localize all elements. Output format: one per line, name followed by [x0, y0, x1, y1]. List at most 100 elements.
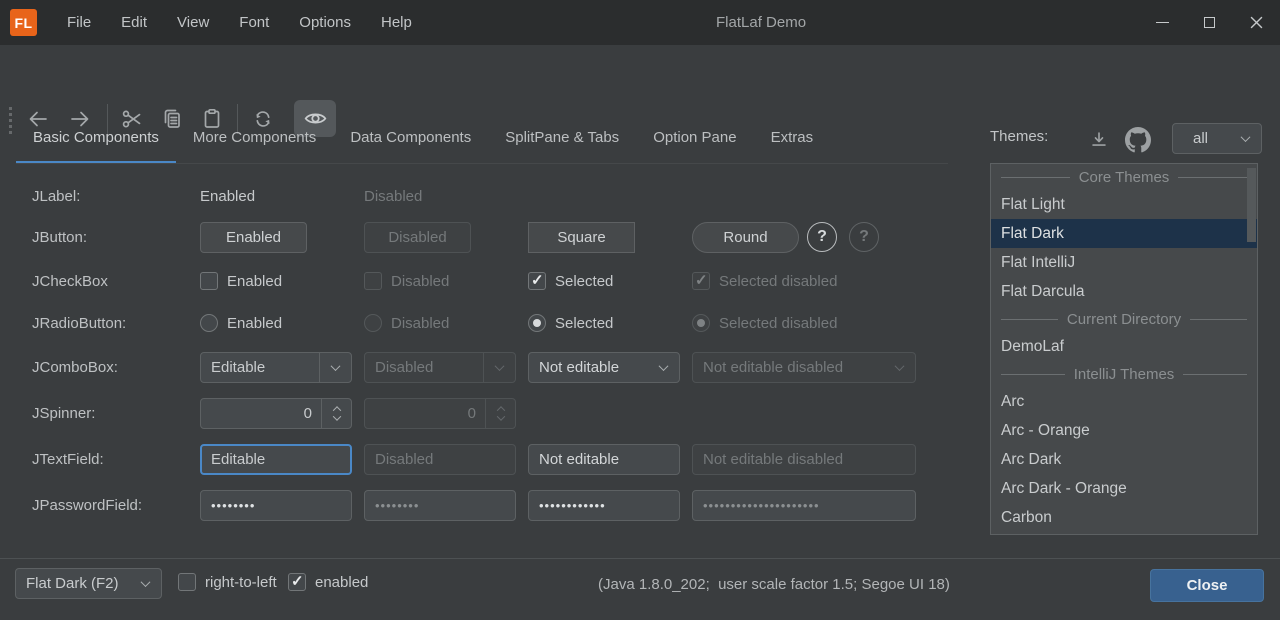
chevron-down-icon: [658, 361, 668, 371]
combobox-disabled: Disabled: [364, 352, 516, 383]
menu-help[interactable]: Help: [366, 0, 427, 45]
download-icon: [1088, 129, 1110, 151]
maximize-button[interactable]: [1186, 0, 1233, 45]
jspinner-row-label: JSpinner:: [32, 405, 95, 422]
theme-item-carbon[interactable]: Carbon: [991, 503, 1257, 532]
round-button[interactable]: Round: [692, 222, 799, 253]
passwordfield-disabled: ••••••••: [364, 490, 516, 521]
toolbar-grip[interactable]: [9, 107, 12, 134]
tab-area-border: [16, 163, 948, 164]
spinner-enabled[interactable]: 0: [200, 398, 352, 429]
tab-basic-components[interactable]: Basic Components: [16, 116, 176, 164]
spinner-value: 0: [365, 399, 485, 428]
combobox-arrow-button[interactable]: [319, 353, 351, 382]
combobox-arrow-button[interactable]: [129, 569, 161, 598]
flatlaf-demo-window: FL File Edit View Font Options Help Flat…: [0, 0, 1280, 620]
menu-options[interactable]: Options: [284, 0, 366, 45]
menu-bar: File Edit View Font Options Help: [52, 0, 427, 45]
help-button[interactable]: ?: [807, 222, 837, 252]
theme-item-arc-orange[interactable]: Arc - Orange: [991, 416, 1257, 445]
theme-group-separator: Current Directory: [991, 306, 1257, 332]
download-themes-button[interactable]: [1084, 126, 1114, 154]
close-button[interactable]: Close: [1150, 569, 1264, 602]
checkbox-checked-icon: [692, 272, 710, 290]
theme-item-arc-dark-orange[interactable]: Arc Dark - Orange: [991, 474, 1257, 503]
enabled-button[interactable]: Enabled: [200, 222, 307, 253]
close-icon: [1250, 16, 1263, 29]
theme-item-arc-dark[interactable]: Arc Dark: [991, 445, 1257, 474]
tab-option-pane[interactable]: Option Pane: [636, 116, 753, 164]
jradiobutton-row-label: JRadioButton:: [32, 315, 126, 332]
right-to-left-checkbox[interactable]: right-to-left: [178, 573, 277, 591]
spinner-buttons: [485, 399, 515, 428]
menu-file[interactable]: File: [52, 0, 106, 45]
disabled-button: Disabled: [364, 222, 471, 253]
checkbox-selected[interactable]: Selected: [528, 272, 613, 290]
combobox-value: Not editable: [529, 359, 647, 376]
tab-more-components[interactable]: More Components: [176, 116, 333, 164]
radio-selected-icon: [528, 314, 546, 332]
menu-font[interactable]: Font: [224, 0, 284, 45]
passwordfield-enabled[interactable]: ••••••••: [200, 490, 352, 521]
theme-item-flat-intellij[interactable]: Flat IntelliJ: [991, 248, 1257, 277]
jlabel-row-label: JLabel:: [32, 188, 80, 205]
chevron-down-icon: [1241, 132, 1251, 142]
help-button-disabled: ?: [849, 222, 879, 252]
theme-item-demolaf[interactable]: DemoLaf: [991, 332, 1257, 361]
checkbox-enabled[interactable]: Enabled: [200, 272, 282, 290]
theme-item-arc[interactable]: Arc: [991, 387, 1257, 416]
checkbox-selected-disabled: Selected disabled: [692, 272, 837, 290]
passwordfield-not-editable-disabled: •••••••••••••••••••••: [692, 490, 916, 521]
spinner-disabled: 0: [364, 398, 516, 429]
radio-disabled: Disabled: [364, 314, 449, 332]
theme-group-separator: Core Themes: [991, 164, 1257, 190]
close-window-button[interactable]: [1233, 0, 1280, 45]
combobox-not-editable[interactable]: Not editable: [528, 352, 680, 383]
maximize-icon: [1204, 17, 1215, 28]
theme-filter-combobox[interactable]: all: [1172, 123, 1262, 154]
github-button[interactable]: [1122, 124, 1154, 156]
radio-selected-disabled: Selected disabled: [692, 314, 837, 332]
combobox-editable[interactable]: Editable: [200, 352, 352, 383]
radio-selected[interactable]: Selected: [528, 314, 613, 332]
minimize-button[interactable]: [1139, 0, 1186, 45]
theme-item-flat-light[interactable]: Flat Light: [991, 190, 1257, 219]
checkbox-label: Selected disabled: [719, 273, 837, 290]
radio-enabled[interactable]: Enabled: [200, 314, 282, 332]
passwordfield-not-editable[interactable]: ••••••••••••: [528, 490, 680, 521]
themes-list-scrollbar[interactable]: [1247, 168, 1256, 242]
tab-data-components[interactable]: Data Components: [333, 116, 488, 164]
textfield-not-editable[interactable]: Not editable: [528, 444, 680, 475]
enabled-checkbox[interactable]: enabled: [288, 573, 368, 591]
combobox-arrow-button[interactable]: [647, 353, 679, 382]
jtextfield-row-label: JTextField:: [32, 451, 104, 468]
chevron-down-icon: [894, 361, 904, 371]
radio-label: Enabled: [227, 315, 282, 332]
theme-item-flat-darcula[interactable]: Flat Darcula: [991, 277, 1257, 306]
tab-bar: Basic Components More Components Data Co…: [16, 116, 830, 164]
checkbox-checked-icon: [528, 272, 546, 290]
jpasswordfield-row-label: JPasswordField:: [32, 497, 142, 514]
combobox-not-editable-disabled: Not editable disabled: [692, 352, 916, 383]
laf-combobox[interactable]: Flat Dark (F2): [15, 568, 162, 599]
tab-splitpane-tabs[interactable]: SplitPane & Tabs: [488, 116, 636, 164]
app-logo-icon: FL: [10, 9, 37, 36]
laf-combobox-value: Flat Dark (F2): [16, 575, 129, 592]
theme-item-flat-dark[interactable]: Flat Dark: [991, 219, 1257, 248]
theme-group-label: Core Themes: [1079, 169, 1170, 186]
menu-edit[interactable]: Edit: [106, 0, 162, 45]
checkbox-label: Enabled: [227, 273, 282, 290]
square-button[interactable]: Square: [528, 222, 635, 253]
menu-view[interactable]: View: [162, 0, 224, 45]
checkbox-label: Disabled: [391, 273, 449, 290]
textfield-editable[interactable]: Editable: [200, 444, 352, 475]
textfield-not-editable-disabled: Not editable disabled: [692, 444, 916, 475]
toolbar: [0, 45, 1280, 107]
tab-extras[interactable]: Extras: [754, 116, 831, 164]
chevron-down-icon: [331, 361, 341, 371]
radio-selected-icon: [692, 314, 710, 332]
spinner-buttons[interactable]: [321, 399, 351, 428]
themes-label: Themes:: [990, 128, 1048, 145]
spinner-value[interactable]: 0: [201, 399, 321, 428]
checkbox-label: right-to-left: [205, 574, 277, 591]
